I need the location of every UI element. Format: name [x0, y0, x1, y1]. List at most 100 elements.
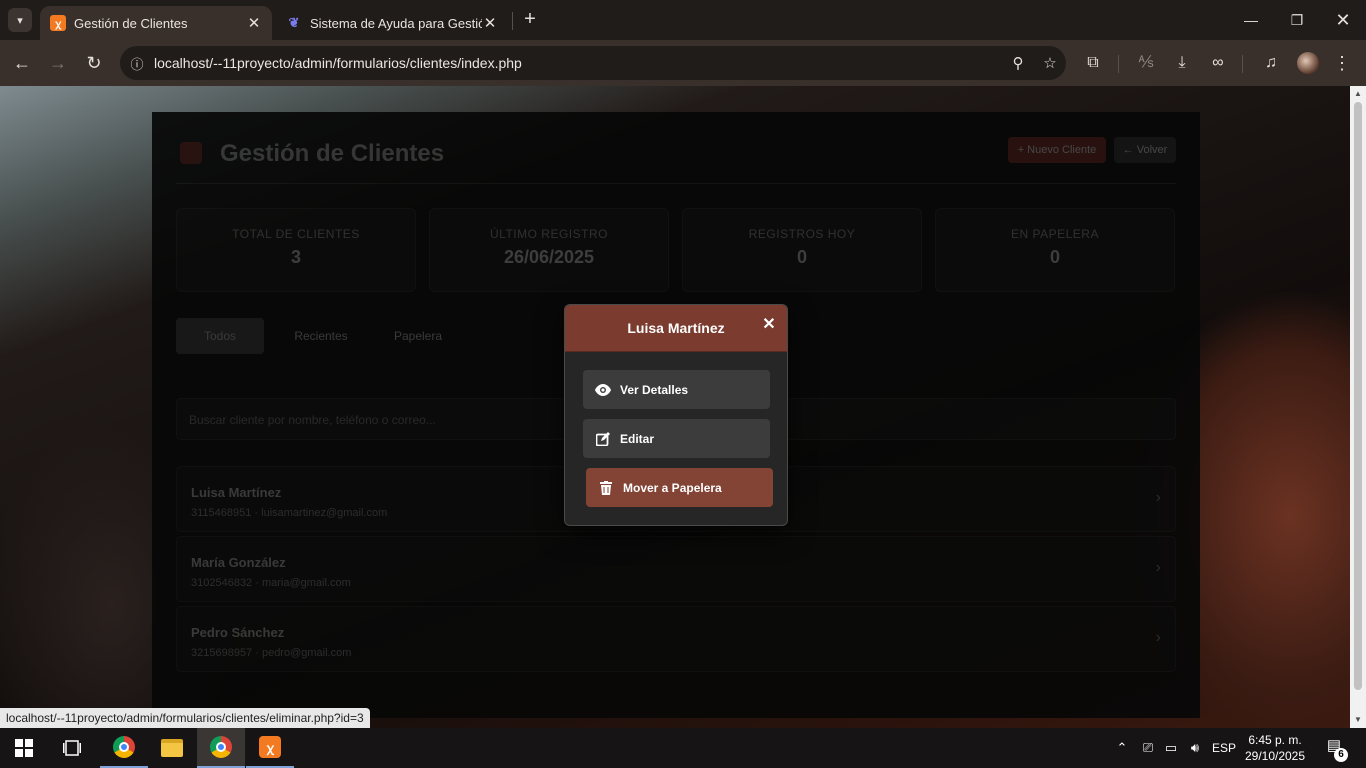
xampp-icon: ꭓ [259, 736, 281, 758]
windows-logo-icon [15, 739, 33, 757]
tab-divider [512, 12, 513, 30]
tab-gestion-clientes[interactable]: ꭓ Gestión de Clientes ✕ [40, 6, 272, 40]
stat-value: 3 [290, 247, 301, 267]
clock-date: 29/10/2025 [1244, 749, 1306, 763]
battery-icon[interactable]: ▭ [1160, 728, 1182, 768]
client-row[interactable]: Pedro Sánchez 3215698957 · pedro@gmail.c… [176, 606, 1176, 672]
modal-header: Luisa Martínez ✕ [565, 305, 787, 352]
client-name: Pedro Sánchez [191, 625, 285, 640]
start-button[interactable] [0, 728, 48, 768]
notification-count-badge: 6 [1334, 748, 1348, 762]
taskbar-chrome-1[interactable] [100, 728, 148, 768]
stat-label: TOTAL DE CLIENTES [232, 227, 360, 241]
stat-value: 26/06/2025 [503, 247, 595, 267]
extensions-icon[interactable]: ⧉ [1080, 50, 1106, 76]
language-indicator[interactable]: ESP [1208, 728, 1240, 768]
chrome-icon [210, 736, 232, 758]
close-tab-icon[interactable]: ✕ [482, 14, 498, 32]
stat-card-trash: EN PAPELERA 0 [935, 208, 1175, 292]
stat-value: 0 [796, 247, 807, 267]
zoom-icon[interactable]: ⚲ [1002, 54, 1034, 72]
tab-title: Gestión de Clientes [74, 15, 188, 31]
clock-time: 6:45 p. m. [1248, 733, 1302, 747]
users-icon [180, 142, 202, 164]
tab-todos[interactable]: Todos [176, 318, 264, 354]
view-details-label: Ver Detalles [620, 382, 689, 397]
stat-card-today: REGISTROS HOY 0 [682, 208, 922, 292]
more-menu-icon[interactable]: ⋮ [1329, 50, 1355, 76]
site-info-icon[interactable]: ⓘ [120, 54, 154, 73]
client-actions-modal: Luisa Martínez ✕ Ver Detalles Editar Mov… [564, 304, 788, 526]
move-to-trash-label: Mover a Papelera [623, 480, 722, 495]
close-window-button[interactable]: ✕ [1320, 0, 1366, 40]
media-control-icon[interactable]: ♫ [1258, 50, 1284, 76]
link-status-bubble: localhost/--11proyecto/admin/formularios… [0, 708, 370, 728]
tab-sistema-ayuda[interactable]: ❦ Sistema de Ayuda para Gestión ✕ [276, 6, 508, 40]
eye-icon [595, 382, 611, 398]
profile-avatar[interactable] [1297, 52, 1319, 74]
scroll-thumb[interactable] [1354, 102, 1362, 690]
translate-icon[interactable]: ⅍ [1133, 50, 1159, 76]
link-icon[interactable]: ∞ [1205, 50, 1231, 76]
taskbar-file-explorer[interactable] [148, 728, 196, 768]
stat-label: REGISTROS HOY [748, 227, 856, 241]
stat-card-total: TOTAL DE CLIENTES 3 [176, 208, 416, 292]
task-view-icon [63, 740, 81, 756]
chrome-icon [113, 736, 135, 758]
download-icon[interactable]: ⤓ [1169, 50, 1195, 76]
edit-button[interactable]: Editar [583, 419, 770, 458]
task-view-button[interactable] [48, 728, 96, 768]
page-title: Gestión de Clientes [220, 140, 445, 167]
client-row[interactable]: María González 3102546832 · maria@gmail.… [176, 536, 1176, 602]
scroll-down-icon[interactable]: ▼ [1350, 712, 1366, 728]
new-tab-button[interactable]: + [518, 8, 542, 32]
address-bar[interactable]: ⓘ localhost/--11proyecto/admin/formulari… [120, 46, 1066, 80]
folder-icon [161, 739, 183, 757]
client-name: María González [191, 555, 286, 570]
client-info: 3102546832 · maria@gmail.com [191, 577, 351, 589]
client-info: 3215698957 · pedro@gmail.com [191, 647, 352, 659]
device-icon[interactable]: ⎚ [1138, 728, 1158, 768]
close-icon[interactable]: ✕ [761, 314, 777, 334]
toolbar-divider [1242, 55, 1243, 73]
taskbar-chrome-2[interactable] [197, 728, 245, 768]
tab-papelera[interactable]: Papelera [378, 318, 458, 354]
edit-label: Editar [620, 431, 655, 446]
url-text[interactable]: localhost/--11proyecto/admin/formularios… [154, 55, 1002, 71]
new-client-button[interactable]: + Nuevo Cliente [1008, 137, 1106, 163]
show-hidden-icons-icon[interactable]: ⌃ [1112, 728, 1132, 768]
forward-arrow-icon[interactable]: → [45, 50, 71, 76]
chevron-right-icon: › [1155, 629, 1161, 646]
page-scrollbar[interactable]: ▲ ▼ [1350, 86, 1366, 728]
xampp-favicon-icon: ꭓ [50, 15, 66, 31]
close-tab-icon[interactable]: ✕ [246, 14, 262, 32]
browser-tab-strip: ▾ ꭓ Gestión de Clientes ✕ ❦ Sistema de A… [0, 0, 1366, 40]
stat-value: 0 [1049, 247, 1060, 267]
back-button[interactable]: ← Volver [1114, 137, 1176, 163]
browser-toolbar: ← → ↻ ⓘ localhost/--11proyecto/admin/for… [0, 40, 1366, 86]
volume-icon[interactable]: 🔊︎ [1184, 728, 1206, 768]
move-to-trash-button[interactable]: Mover a Papelera [586, 468, 773, 507]
edit-icon [595, 431, 611, 447]
modal-title: Luisa Martínez [627, 320, 725, 336]
trash-icon [598, 480, 614, 496]
view-details-button[interactable]: Ver Detalles [583, 370, 770, 409]
tab-search-button[interactable]: ▾ [8, 8, 32, 32]
stat-label: ÚLTIMO REGISTRO [490, 227, 608, 241]
bookmark-star-icon[interactable]: ☆ [1034, 54, 1066, 72]
minimize-button[interactable]: — [1228, 0, 1274, 40]
chevron-right-icon: › [1155, 559, 1161, 576]
taskbar-xampp[interactable]: ꭓ [246, 728, 294, 768]
tab-recientes[interactable]: Recientes [276, 318, 366, 354]
header-divider [176, 183, 1176, 184]
chevron-right-icon: › [1155, 489, 1161, 506]
system-clock[interactable]: 6:45 p. m. 29/10/2025 [1240, 732, 1310, 764]
stat-card-last: ÚLTIMO REGISTRO 26/06/2025 [429, 208, 669, 292]
restore-button[interactable]: ❐ [1274, 0, 1320, 40]
scroll-up-icon[interactable]: ▲ [1350, 86, 1366, 102]
client-info: 3115468951 · luisamartinez@gmail.com [191, 507, 388, 519]
back-arrow-icon[interactable]: ← [9, 50, 35, 76]
client-name: Luisa Martínez [191, 485, 282, 500]
reload-icon[interactable]: ↻ [81, 50, 107, 76]
tab-title: Sistema de Ayuda para Gestión [310, 15, 482, 31]
